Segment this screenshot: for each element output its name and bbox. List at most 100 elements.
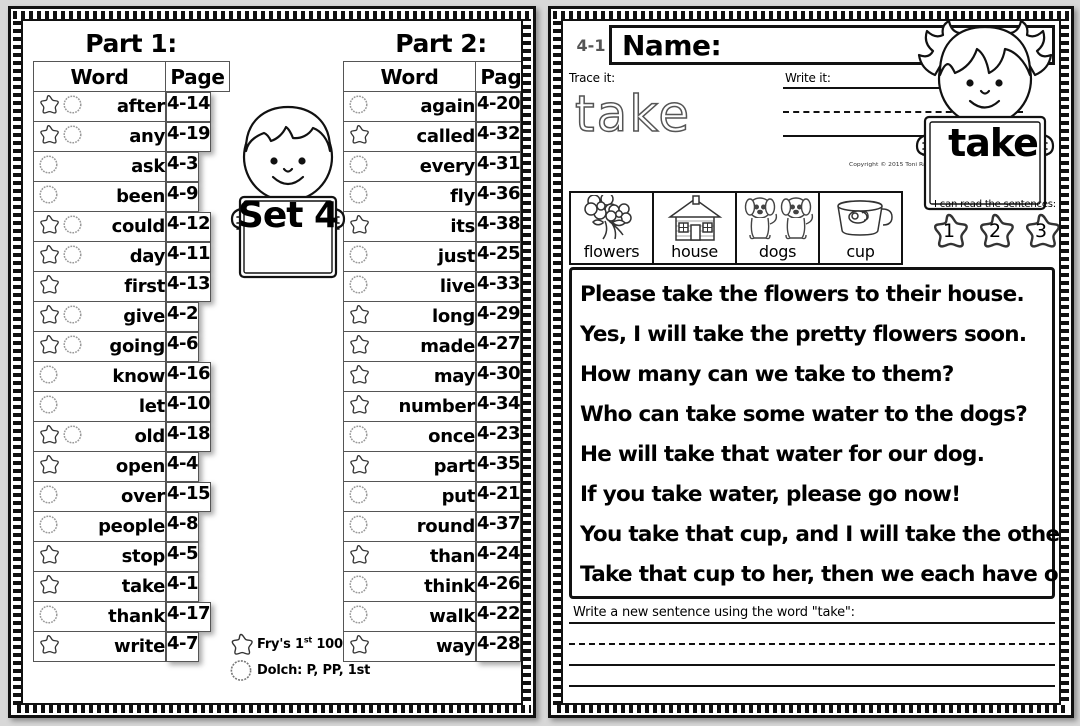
circle-outline-icon[interactable]: [61, 213, 84, 240]
circle-outline-icon[interactable]: [61, 303, 84, 330]
star-outline-icon[interactable]: [37, 123, 60, 150]
star-outline-icon[interactable]: [37, 333, 60, 360]
word-cell: day: [33, 241, 166, 272]
word-label: going: [109, 336, 165, 357]
read-check-star-3[interactable]: 3: [1019, 211, 1059, 251]
wn-gap: [569, 666, 1055, 685]
page-cell: 4-27: [476, 331, 521, 362]
word-cell: put: [343, 481, 476, 512]
girl-holding-sign-icon: take: [907, 21, 1059, 213]
word-cell: just: [343, 241, 476, 272]
star-outline-icon[interactable]: [347, 453, 370, 480]
two-dogs-icon: [740, 193, 816, 242]
table-row: long 4-29: [343, 301, 521, 332]
page-cell: 4-32: [476, 121, 521, 152]
practice-page: 4-1 Name: Trace it: Write it: take Copyr…: [548, 6, 1074, 718]
row-markers: [347, 303, 370, 330]
table-row: put 4-21: [343, 481, 521, 512]
star-outline-icon[interactable]: [37, 303, 60, 330]
circle-outline-icon[interactable]: [37, 393, 60, 420]
word-cell: called: [343, 121, 476, 152]
star-outline-icon[interactable]: [347, 303, 370, 330]
star-outline-icon[interactable]: [347, 333, 370, 360]
word-cell: than: [343, 541, 476, 572]
word-cell: number: [343, 391, 476, 422]
star-outline-icon[interactable]: [37, 273, 60, 300]
house-icon: [664, 193, 726, 242]
page-cell: 4-24: [476, 541, 521, 572]
circle-outline-icon[interactable]: [347, 513, 370, 540]
star-outline-icon[interactable]: [347, 363, 370, 390]
page-cell: 4-3: [166, 151, 200, 182]
part2-column: Part 2: Word Page again4-20called4-32eve…: [343, 29, 521, 662]
star-outline-icon[interactable]: [347, 543, 370, 570]
word-label: number: [398, 396, 475, 417]
circle-outline-icon[interactable]: [37, 603, 60, 630]
star-outline-icon[interactable]: [347, 393, 370, 420]
circle-outline-icon[interactable]: [347, 93, 370, 120]
word-label: may: [433, 366, 475, 387]
circle-outline-icon[interactable]: [37, 153, 60, 180]
star-outline-icon[interactable]: [37, 423, 60, 450]
table-row: made 4-27: [343, 331, 521, 362]
circle-outline-icon[interactable]: [347, 153, 370, 180]
table-row: just 4-25: [343, 241, 521, 272]
sentence-line: Please take the flowers to their house.: [580, 282, 1025, 307]
circle-outline-icon[interactable]: [61, 333, 84, 360]
circle-outline-icon[interactable]: [347, 423, 370, 450]
circle-outline-icon[interactable]: [347, 483, 370, 510]
word-label: just: [437, 246, 475, 267]
star-outline-icon[interactable]: [37, 213, 60, 240]
row-markers: [347, 393, 370, 420]
circle-outline-icon[interactable]: [347, 603, 370, 630]
star-outline-icon[interactable]: [37, 633, 60, 660]
part2-rows: again 4-20 called 4-32 every 4-31 fly 4-36 its 4-…: [343, 91, 521, 662]
read-check-star-2[interactable]: 2: [973, 211, 1017, 251]
circle-outline-icon[interactable]: [61, 123, 84, 150]
circle-outline-icon[interactable]: [347, 183, 370, 210]
word-label: fly: [450, 186, 475, 207]
table-row: part 4-35: [343, 451, 521, 482]
row-markers: [37, 123, 84, 150]
circle-outline-icon[interactable]: [347, 273, 370, 300]
circle-outline-icon[interactable]: [37, 183, 60, 210]
legend-row-fry: Fry's 1st 100: [228, 631, 398, 657]
word-label: day: [129, 246, 166, 267]
wn-gap: [569, 624, 1055, 643]
star-outline-icon[interactable]: [37, 573, 60, 600]
star-outline-icon[interactable]: [37, 453, 60, 480]
read-check-star-1[interactable]: 1: [927, 211, 971, 251]
write-new-sentence-section[interactable]: Write a new sentence using the word "tak…: [569, 605, 1055, 703]
part2-header-word: Word: [343, 61, 476, 92]
star-outline-icon[interactable]: [347, 123, 370, 150]
star-outline-icon[interactable]: [37, 93, 60, 120]
word-cell: old: [33, 421, 166, 452]
page-cell: 4-35: [476, 451, 521, 482]
star-outline-icon[interactable]: [347, 213, 370, 240]
picture-cell-dogs: dogs: [735, 191, 820, 265]
sentence-line: He will take that water for our dog.: [580, 442, 985, 467]
circle-outline-icon[interactable]: [37, 363, 60, 390]
circle-outline-icon[interactable]: [37, 513, 60, 540]
circle-outline-icon[interactable]: [61, 423, 84, 450]
circle-outline-icon[interactable]: [37, 483, 60, 510]
table-row: called 4-32: [343, 121, 521, 152]
circle-outline-icon[interactable]: [347, 573, 370, 600]
word-label: people: [98, 516, 165, 537]
table-row: over 4-15: [33, 481, 230, 512]
word-cell: know: [33, 361, 166, 392]
circle-outline-icon[interactable]: [347, 243, 370, 270]
star-outline-icon[interactable]: [37, 543, 60, 570]
table-row: number 4-34: [343, 391, 521, 422]
star-outline-icon[interactable]: [37, 243, 60, 270]
circle-outline-icon: [230, 659, 252, 681]
circle-outline-icon[interactable]: [61, 93, 84, 120]
sentence-line: If you take water, please go now!: [580, 482, 961, 507]
table-row: give 4-2: [33, 301, 230, 332]
row-markers: [37, 543, 60, 570]
page-cell: 4-15: [166, 481, 212, 512]
circle-outline-icon[interactable]: [61, 243, 84, 270]
word-label: ask: [131, 156, 165, 177]
legend: Fry's 1st 100 Dolch: P, PP, 1st: [228, 631, 398, 683]
word-cell: live: [343, 271, 476, 302]
